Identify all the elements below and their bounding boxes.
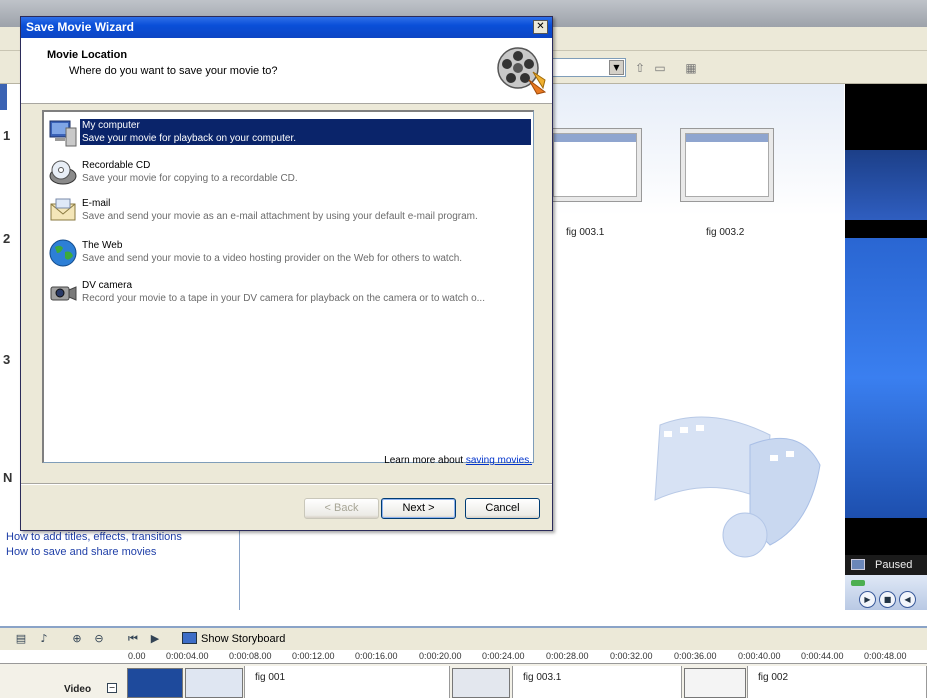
film-note-watermark bbox=[654, 416, 821, 558]
clip-label: fig 002 bbox=[758, 672, 789, 683]
tasks-tab[interactable] bbox=[0, 84, 7, 110]
email-icon bbox=[50, 198, 76, 221]
collection-thumb[interactable] bbox=[680, 128, 774, 202]
movie-location-list[interactable]: My computer Save your movie for playback… bbox=[42, 110, 534, 463]
preview-status: Paused bbox=[845, 555, 927, 575]
timeline-tick: 0:00:48.00 bbox=[864, 651, 907, 661]
film-reel-icon bbox=[497, 47, 547, 95]
show-storyboard-label: Show Storyboard bbox=[201, 633, 286, 645]
page-subtitle: Where do you want to save your movie to? bbox=[69, 65, 278, 77]
show-storyboard-button[interactable]: Show Storyboard bbox=[182, 632, 285, 645]
option-title: DV camera bbox=[82, 280, 133, 291]
audio-levels-icon[interactable]: ♪ bbox=[37, 632, 51, 646]
option-title: My computer bbox=[82, 120, 140, 131]
preview-controls: ▶ ■ ◀ bbox=[845, 575, 927, 610]
timeline-tick: 0:00:20.00 bbox=[419, 651, 462, 661]
timeline-tick: 0:00:24.00 bbox=[482, 651, 525, 661]
next-button[interactable]: Next > bbox=[381, 498, 456, 519]
option-description: Save and send your movie as an e-mail at… bbox=[82, 211, 478, 222]
collection-thumb[interactable] bbox=[548, 128, 642, 202]
monitor-icon bbox=[851, 559, 865, 570]
timeline-tick: 0:00:40.00 bbox=[738, 651, 781, 661]
collections-dropdown[interactable]: ▼ bbox=[552, 58, 626, 77]
option-title: The Web bbox=[82, 240, 123, 251]
back-button[interactable]: < Back bbox=[304, 498, 379, 519]
dialog-title: Save Movie Wizard bbox=[26, 20, 134, 34]
computer-icon bbox=[49, 120, 77, 147]
timeline-tick: 0:00:36.00 bbox=[674, 651, 717, 661]
chevron-down-icon[interactable]: ▼ bbox=[609, 60, 624, 75]
storyboard-icon bbox=[182, 632, 197, 644]
track-label: Video bbox=[64, 684, 92, 695]
save-movie-wizard-dialog: Save Movie Wizard ✕ Movie Location Where… bbox=[20, 16, 553, 531]
collection-thumb-label: fig 003.2 bbox=[706, 227, 745, 238]
zoom-in-icon[interactable]: ⊕ bbox=[70, 632, 84, 646]
globe-icon bbox=[49, 239, 77, 267]
track-expand-icon[interactable]: − bbox=[107, 683, 117, 693]
cd-icon bbox=[49, 160, 77, 185]
clip-thumbnail[interactable] bbox=[684, 668, 746, 698]
preview-status-text: Paused bbox=[875, 559, 913, 571]
option-email[interactable]: E-mail Save and send your movie as an e-… bbox=[47, 194, 531, 230]
clip-label: fig 001 bbox=[255, 672, 286, 683]
learn-more-text: Learn more about saving movies. bbox=[384, 455, 532, 466]
option-dv-camera[interactable]: DV camera Record your movie to a tape in… bbox=[47, 276, 531, 312]
learn-more-prefix: Learn more about bbox=[384, 455, 466, 466]
option-the-web[interactable]: The Web Save and send your movie to a vi… bbox=[47, 236, 531, 272]
task-link-save-share[interactable]: How to save and share movies bbox=[6, 546, 156, 558]
timeline-tick: 0:00:12.00 bbox=[292, 651, 335, 661]
option-recordable-cd[interactable]: Recordable CD Save your movie for copyin… bbox=[47, 156, 531, 192]
preview-frame bbox=[845, 150, 927, 220]
view-options-icon[interactable]: ▦ bbox=[683, 60, 699, 76]
option-title: Recordable CD bbox=[82, 160, 151, 171]
narrate-icon[interactable]: ▤ bbox=[14, 632, 28, 646]
new-folder-icon[interactable]: ▭ bbox=[652, 60, 668, 76]
timeline-tick: 0.00 bbox=[128, 651, 146, 661]
timeline-tick: 0:00:28.00 bbox=[546, 651, 589, 661]
cancel-button[interactable]: Cancel bbox=[465, 498, 540, 519]
preview-frame-lower bbox=[845, 238, 927, 518]
task-step-1: 1 bbox=[3, 128, 11, 143]
collection-thumb-label: fig 003.1 bbox=[566, 227, 605, 238]
option-description: Save your movie for playback on your com… bbox=[82, 133, 296, 144]
up-folder-icon[interactable]: ⇧ bbox=[632, 60, 648, 76]
clip-thumbnail[interactable] bbox=[452, 668, 510, 698]
option-description: Save your movie for copying to a recorda… bbox=[82, 173, 298, 184]
task-step-more: N bbox=[3, 470, 13, 485]
camera-icon bbox=[50, 286, 77, 301]
play-icon[interactable]: ▶ bbox=[859, 591, 876, 608]
clip-thumbnail[interactable] bbox=[185, 668, 243, 698]
option-description: Save and send your movie to a video host… bbox=[82, 253, 463, 264]
rewind-icon[interactable]: ◀ bbox=[899, 591, 916, 608]
timeline-tick: 0:00:32.00 bbox=[610, 651, 653, 661]
close-icon[interactable]: ✕ bbox=[533, 20, 548, 34]
timeline-tick: 0:00:04.00 bbox=[166, 651, 209, 661]
stop-icon[interactable]: ■ bbox=[879, 591, 896, 608]
task-link-add-titles[interactable]: How to add titles, effects, transitions bbox=[6, 531, 182, 543]
rewind-timeline-icon[interactable]: ⏮ bbox=[126, 632, 140, 646]
dialog-title-bar[interactable]: Save Movie Wizard ✕ bbox=[21, 17, 552, 38]
zoom-out-icon[interactable]: ⊖ bbox=[92, 632, 106, 646]
wizard-header: Movie Location Where do you want to save… bbox=[21, 38, 552, 104]
timeline-tick: 0:00:16.00 bbox=[355, 651, 398, 661]
timeline-tick: 0:00:44.00 bbox=[801, 651, 844, 661]
option-my-computer[interactable]: My computer Save your movie for playback… bbox=[47, 116, 531, 152]
seek-slider[interactable] bbox=[851, 580, 865, 586]
saving-movies-link[interactable]: saving movies. bbox=[466, 455, 532, 466]
page-title: Movie Location bbox=[47, 49, 128, 61]
clip-label: fig 003.1 bbox=[523, 672, 562, 683]
footer-divider bbox=[21, 483, 552, 485]
task-step-3: 3 bbox=[3, 352, 11, 367]
task-step-2: 2 bbox=[3, 231, 11, 246]
play-timeline-icon[interactable]: ▶ bbox=[148, 632, 162, 646]
option-title: E-mail bbox=[82, 198, 111, 209]
timeline-tick: 0:00:08.00 bbox=[229, 651, 272, 661]
option-description: Record your movie to a tape in your DV c… bbox=[82, 293, 485, 304]
clip-thumbnail[interactable] bbox=[127, 668, 183, 698]
